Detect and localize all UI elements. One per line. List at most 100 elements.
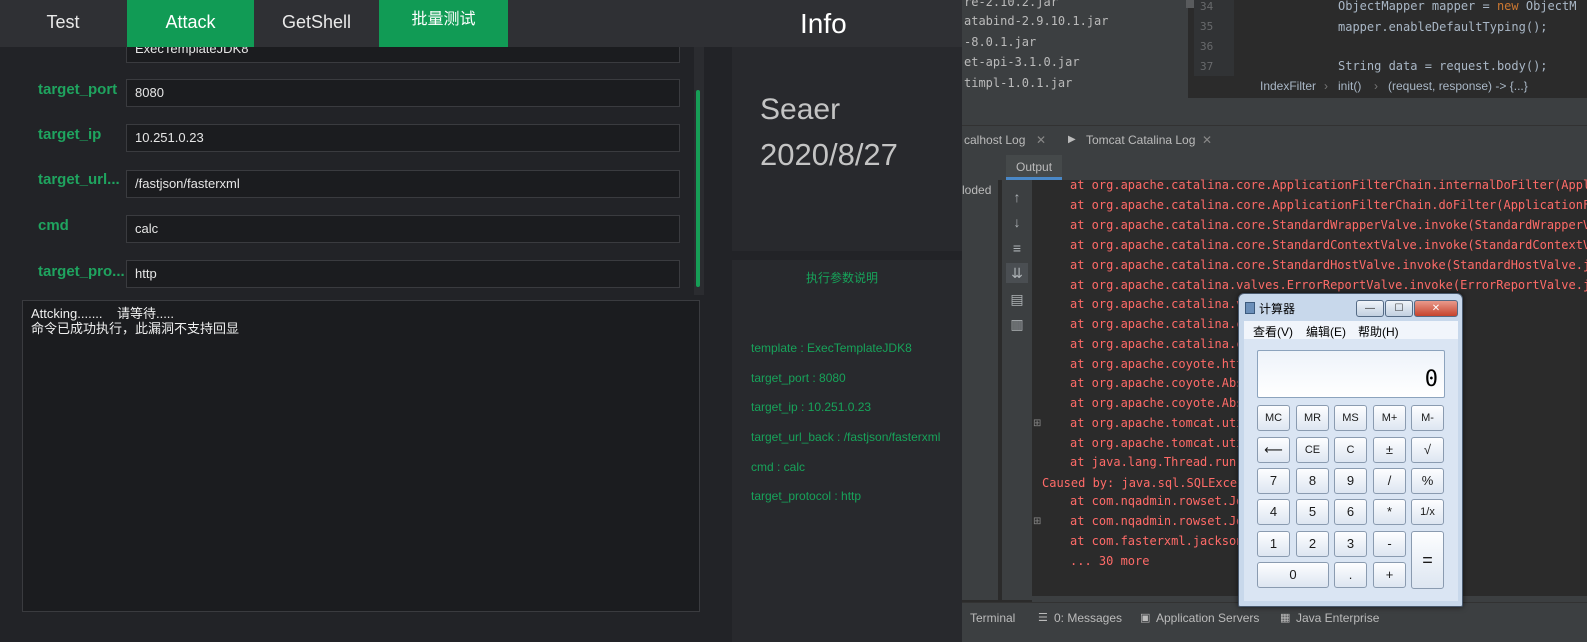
arrow-down-icon[interactable]: ↓	[1006, 212, 1028, 232]
key-sqrt[interactable]: √	[1411, 437, 1444, 463]
line-number: 34	[1200, 0, 1214, 13]
breadcrumb-item[interactable]: (request, response) -> {...}	[1388, 79, 1528, 93]
form-scrollbar-thumb[interactable]	[696, 90, 700, 287]
key-m-minus[interactable]: M-	[1411, 405, 1444, 431]
fold-icon[interactable]: ⊞	[1033, 418, 1041, 429]
tab-test[interactable]: Test	[0, 0, 126, 47]
key-percent[interactable]: %	[1411, 468, 1444, 494]
key-decimal[interactable]: .	[1334, 562, 1367, 588]
close-icon[interactable]: ✕	[1202, 133, 1212, 147]
key-plus-minus[interactable]: ±	[1373, 437, 1406, 463]
menu-edit[interactable]: 编辑(E)	[1306, 323, 1346, 340]
template-field[interactable]: ExecTemplateJDK8	[126, 47, 680, 63]
key-ce[interactable]: CE	[1296, 437, 1329, 463]
key-4[interactable]: 4	[1257, 499, 1290, 525]
output-textarea[interactable]: Attcking....... 请等待..... 命令已成功执行，此漏洞不支持回…	[22, 300, 700, 612]
breadcrumb-item[interactable]: IndexFilter	[1260, 79, 1316, 93]
tab-getshell[interactable]: GetShell	[254, 0, 379, 47]
key-backspace[interactable]: ⟵	[1257, 437, 1290, 463]
key-2[interactable]: 2	[1296, 531, 1329, 557]
key-mc[interactable]: MC	[1257, 405, 1290, 431]
soft-wrap-icon[interactable]: ≡	[1006, 238, 1028, 258]
target-port-field[interactable]: 8080	[126, 79, 680, 107]
maximize-button[interactable]: ☐	[1385, 300, 1413, 317]
project-item[interactable]: timpl-1.0.1.jar	[964, 76, 1072, 90]
key-9[interactable]: 9	[1334, 468, 1367, 494]
param-line: target_url_back : /fastjson/fasterxml	[751, 430, 941, 444]
key-1[interactable]: 1	[1257, 531, 1290, 557]
tab-localhost-log[interactable]: calhost Log	[964, 133, 1025, 147]
key-m-plus[interactable]: M+	[1373, 405, 1406, 431]
line-number: 37	[1200, 60, 1214, 73]
param-line: target_protocol : http	[751, 489, 862, 503]
exploit-tool-window: Test Attack GetShell 批量测试 Info ExecTempl…	[0, 0, 962, 642]
key-multiply[interactable]: *	[1373, 499, 1406, 525]
trash-icon[interactable]: ▥	[1006, 314, 1028, 334]
info-author: Seaer	[760, 93, 841, 126]
key-minus[interactable]: -	[1373, 531, 1406, 557]
tab-tomcat-catalina-log[interactable]: Tomcat Catalina Log	[1086, 133, 1195, 147]
log-line: ... 30 more	[1070, 554, 1150, 568]
key-ms[interactable]: MS	[1334, 405, 1367, 431]
close-icon[interactable]: ✕	[1036, 133, 1046, 147]
label-target-protocol: target_pro...	[38, 263, 125, 280]
target-protocol-field[interactable]: http	[126, 260, 680, 288]
menu-help[interactable]: 帮助(H)	[1358, 323, 1399, 340]
project-item[interactable]: et-api-3.1.0.jar	[964, 55, 1080, 69]
tab-batch-test[interactable]: 批量测试	[379, 0, 508, 47]
tomcat-icon: ▶	[1068, 134, 1076, 145]
key-8[interactable]: 8	[1296, 468, 1329, 494]
code-line-37[interactable]: String data = request.body();	[1338, 59, 1548, 73]
code-line-34[interactable]: ObjectMapper mapper = new ObjectM	[1338, 0, 1576, 13]
log-line: at org.apache.catalina.core.ApplicationF…	[1070, 198, 1587, 212]
project-item[interactable]: atabind-2.9.10.1.jar	[964, 14, 1109, 28]
key-plus[interactable]: +	[1373, 562, 1406, 588]
key-equals[interactable]: =	[1411, 531, 1444, 589]
target-url-field[interactable]: /fastjson/fasterxml	[126, 170, 680, 198]
minimize-button[interactable]: —	[1356, 300, 1384, 317]
log-tab-bar: calhost Log ✕ ▶ Tomcat Catalina Log ✕	[962, 125, 1587, 155]
tab-terminal[interactable]: Terminal	[970, 611, 1015, 625]
tab-messages[interactable]: 0: Messages	[1054, 611, 1122, 625]
key-0[interactable]: 0	[1257, 562, 1329, 588]
key-5[interactable]: 5	[1296, 499, 1329, 525]
key-7[interactable]: 7	[1257, 468, 1290, 494]
key-c[interactable]: C	[1334, 437, 1367, 463]
project-item[interactable]: re-2.10.2.jar	[964, 0, 1058, 9]
print-icon[interactable]: ▤	[1006, 289, 1028, 309]
menu-view[interactable]: 查看(V)	[1253, 323, 1293, 340]
key-6[interactable]: 6	[1334, 499, 1367, 525]
key-3[interactable]: 3	[1334, 531, 1367, 557]
tree-scrollbar[interactable]	[1186, 0, 1194, 8]
key-reciprocal[interactable]: 1/x	[1411, 499, 1444, 525]
parameter-form: ExecTemplateJDK8 target_port 8080 target…	[0, 47, 708, 297]
label-target-port: target_port	[38, 81, 118, 98]
calculator-display: 0	[1257, 350, 1445, 398]
arrow-up-icon[interactable]: ↑	[1006, 187, 1028, 207]
key-mr[interactable]: MR	[1296, 405, 1329, 431]
info-title: Info	[800, 8, 847, 39]
target-ip-field[interactable]: 10.251.0.23	[126, 124, 680, 152]
tab-output[interactable]: Output	[1006, 155, 1063, 180]
tab-java-enterprise[interactable]: Java Enterprise	[1296, 611, 1379, 625]
project-item[interactable]: -8.0.1.jar	[964, 35, 1036, 49]
cmd-field[interactable]: calc	[126, 215, 680, 243]
param-line: template : ExecTemplateJDK8	[751, 341, 912, 355]
tab-application-servers[interactable]: Application Servers	[1156, 611, 1259, 625]
strip-text: loded	[962, 183, 992, 197]
label-cmd: cmd	[38, 217, 69, 234]
breadcrumb-item[interactable]: init()	[1338, 79, 1361, 93]
key-divide[interactable]: /	[1373, 468, 1406, 494]
line-number: 35	[1200, 20, 1214, 33]
fold-icon[interactable]: ⊞	[1033, 516, 1041, 527]
close-button[interactable]: ✕	[1414, 300, 1458, 317]
info-date: 2020/8/27	[760, 137, 898, 172]
scroll-end-icon[interactable]: ⇊	[1006, 263, 1028, 283]
param-line: target_port : 8080	[751, 371, 846, 385]
code-line-35[interactable]: mapper.enableDefaultTyping();	[1338, 20, 1548, 34]
tab-bar: Test Attack GetShell 批量测试 Info	[0, 0, 962, 47]
tab-attack[interactable]: Attack	[127, 0, 254, 47]
server-icon: ▣	[1140, 612, 1151, 624]
screen: Test Attack GetShell 批量测试 Info ExecTempl…	[0, 0, 1587, 642]
param-line: target_ip : 10.251.0.23	[751, 400, 872, 414]
